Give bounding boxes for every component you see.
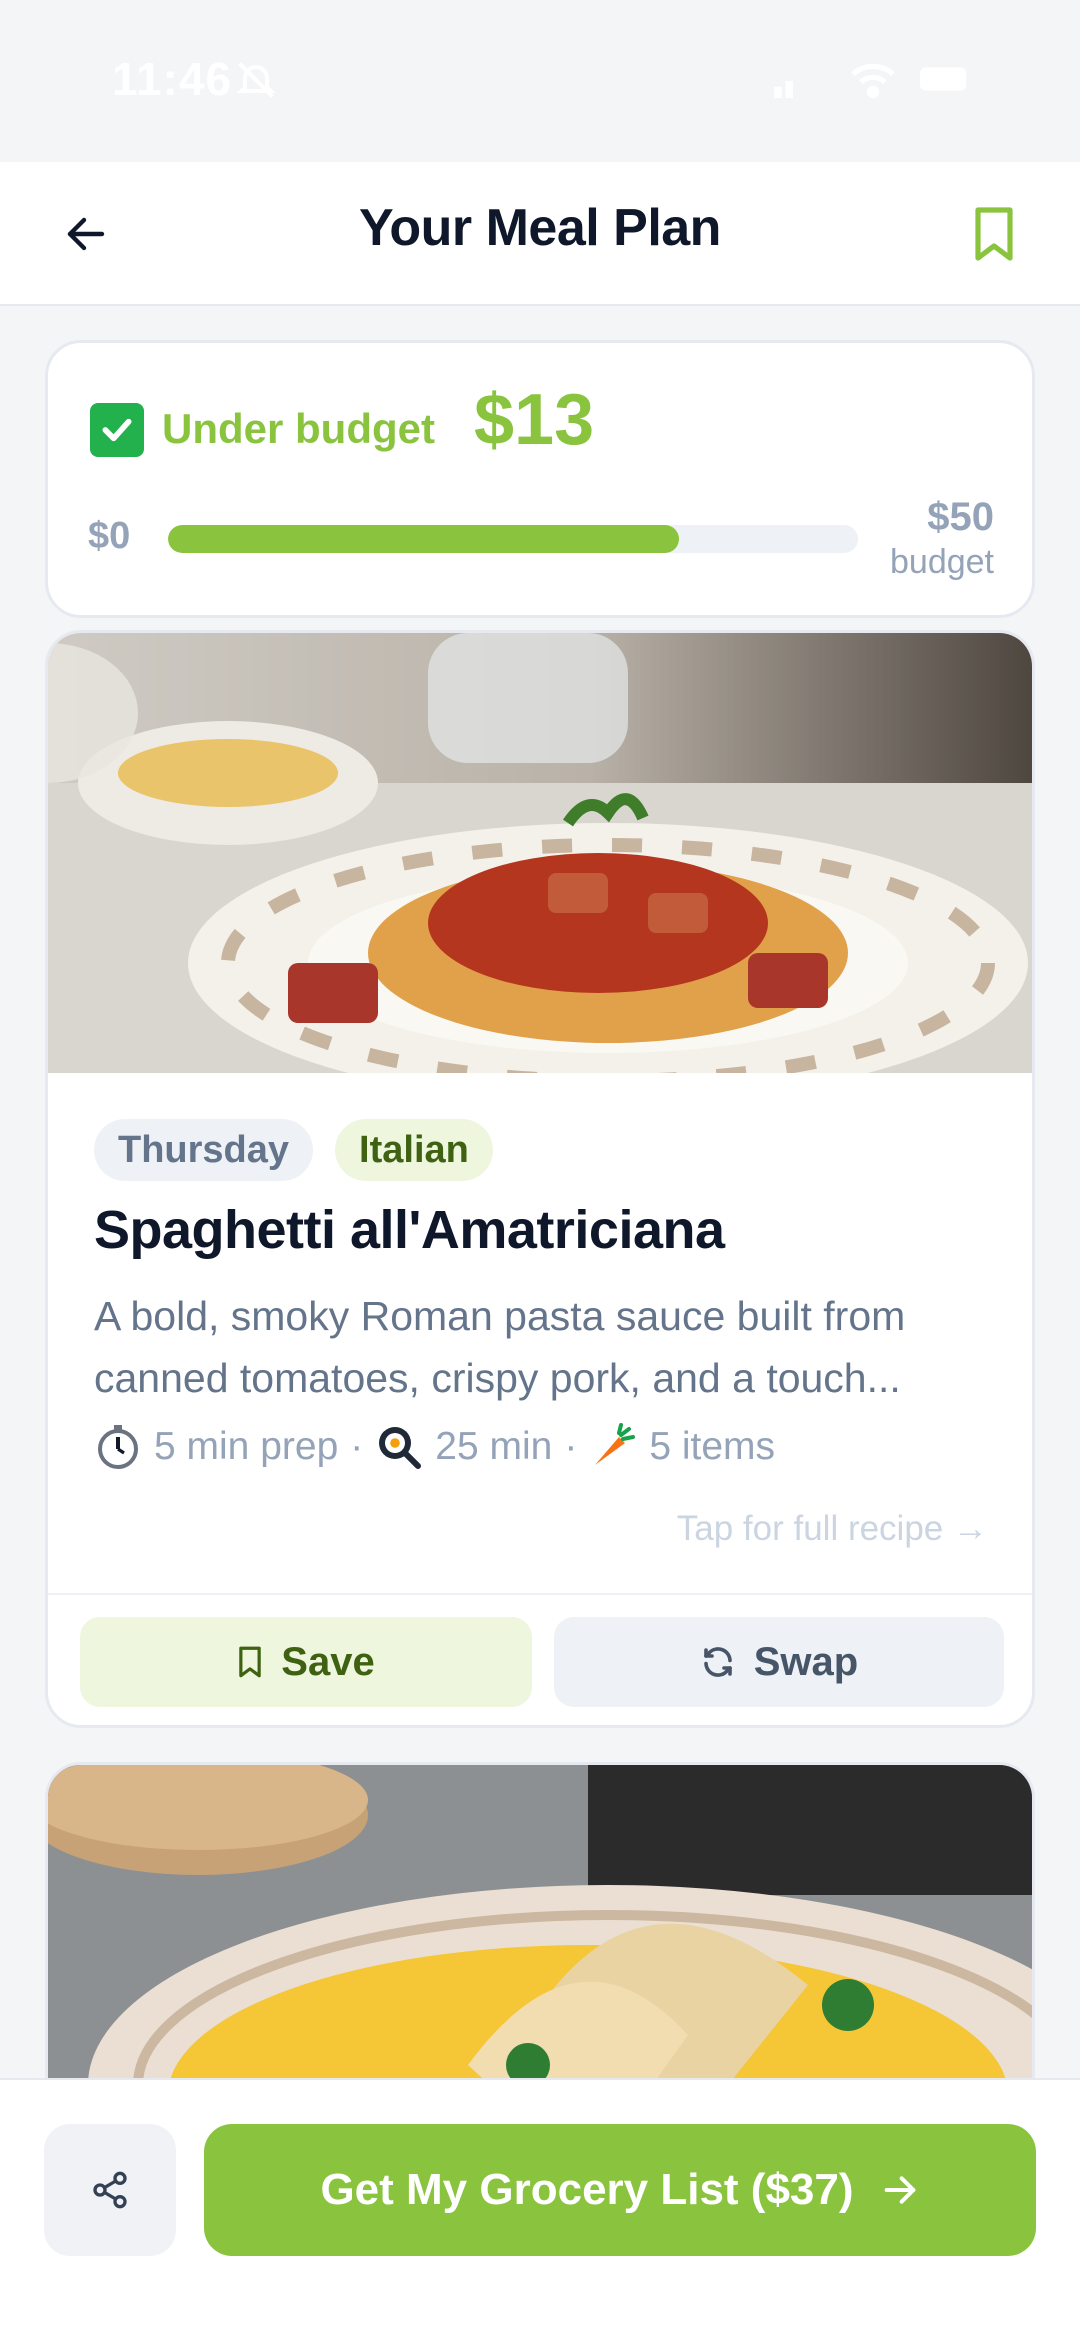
full-recipe-link[interactable]: Tap for full recipe → [677, 1509, 988, 1549]
meal-card[interactable]: Thursday Italian Spaghetti all'Amatricia… [45, 630, 1035, 1728]
frying-pan-egg-icon [379, 1427, 422, 1469]
budget-progress-bar [168, 525, 858, 553]
stopwatch-icon [98, 1425, 138, 1469]
swap-button-label: Swap [753, 1639, 859, 1684]
bell-muted-icon [236, 62, 276, 98]
cook-time: 25 min [435, 1425, 553, 1468]
budget-max-sublabel: budget [890, 543, 994, 581]
budget-progress-fill [168, 525, 679, 553]
meta-separator: · [564, 1425, 578, 1468]
status-time: 11:46 [112, 53, 233, 105]
budget-status-label: Under budget [162, 405, 435, 452]
refresh-icon [703, 1647, 732, 1677]
arrow-right-icon [884, 2176, 915, 2204]
meal-title: Spaghetti all'Amatriciana [94, 1200, 725, 1260]
bottom-action-bar: Get My Grocery List ($37) [0, 2078, 1080, 2341]
item-count: 5 items [649, 1425, 776, 1468]
status-bar: 11:46 [0, 0, 1080, 162]
cuisine-tag: Italian [335, 1119, 493, 1181]
battery-icon [919, 67, 967, 91]
budget-max-label: $50 [927, 495, 994, 539]
wifi-icon [851, 63, 895, 99]
card-divider [48, 1593, 1032, 1595]
prep-time: 5 min prep [154, 1425, 339, 1468]
save-button-label: Save [281, 1639, 375, 1684]
bookmark-button[interactable] [962, 200, 1026, 268]
swap-button[interactable]: Swap [554, 1617, 1004, 1707]
bookmark-icon [975, 207, 1013, 261]
budget-remaining-amount: $13 [474, 380, 595, 460]
carrot-icon [595, 1423, 636, 1465]
check-mark-icon [90, 403, 144, 457]
day-tag: Thursday [94, 1119, 314, 1181]
page-title: Your Meal Plan [359, 199, 721, 257]
budget-min-label: $0 [88, 515, 131, 557]
meal-tags: Thursday Italian [94, 1119, 493, 1181]
share-icon [93, 2171, 127, 2209]
save-button[interactable]: Save [80, 1617, 532, 1707]
meal-photo [48, 633, 1032, 1073]
grocery-list-button-label: Get My Grocery List ($37) [320, 2165, 854, 2214]
share-button[interactable] [44, 2124, 176, 2256]
budget-card: Under budget $13 $0 $50 budget [45, 340, 1035, 618]
bookmark-icon [239, 1646, 262, 1678]
grocery-list-button[interactable]: Get My Grocery List ($37) [204, 2124, 1036, 2256]
meal-description: A bold, smoky Roman pasta sauce built fr… [94, 1293, 906, 1401]
app-header: Your Meal Plan [0, 162, 1080, 306]
meta-separator: · [350, 1425, 364, 1468]
signal-icon [774, 81, 793, 98]
meal-meta: 5 min prep · 25 min · 5 items [94, 1423, 775, 1471]
